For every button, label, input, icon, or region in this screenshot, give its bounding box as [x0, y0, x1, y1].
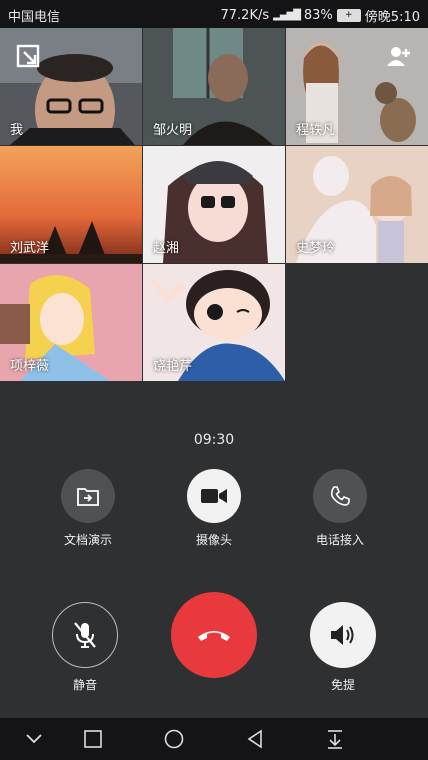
- mute-button[interactable]: 静音: [45, 602, 125, 693]
- participant-tile[interactable]: 程轶凡: [286, 28, 428, 145]
- minimize-window-icon[interactable]: [16, 44, 42, 70]
- hide-keyboard-icon[interactable]: [21, 726, 47, 752]
- camera-label: 摄像头: [195, 533, 232, 547]
- system-navigation-bar: [0, 718, 428, 760]
- dial-in-button[interactable]: 电话接入: [286, 469, 394, 548]
- clock: 傍晚5:10: [364, 10, 420, 25]
- dial-in-label: 电话接入: [315, 533, 364, 547]
- participant-name: 我: [10, 123, 24, 138]
- hang-up-button[interactable]: [169, 592, 259, 678]
- add-participant-icon[interactable]: [386, 44, 412, 70]
- network-speed: 77.2K/s: [220, 8, 270, 23]
- status-bar: 中国电信 77.2K/s ▂▄▆█ 83% + 傍晚5:10: [0, 0, 428, 28]
- battery-icon: +: [336, 9, 361, 22]
- participant-name: 史梦玲: [296, 241, 336, 256]
- camera-button[interactable]: 摄像头: [160, 469, 268, 548]
- share-document-label: 文档演示: [63, 533, 112, 547]
- back-icon[interactable]: [242, 726, 268, 752]
- mic-muted-icon: [52, 602, 118, 668]
- participant-grid: 我 邹火明 程轶凡 刘武洋 赵湘 史梦玲 项梓薇 饶艳芹: [0, 28, 428, 381]
- notification-pulldown-icon[interactable]: [322, 726, 348, 752]
- participant-name: 邹火明: [153, 123, 193, 138]
- participant-name: 刘武洋: [10, 241, 50, 256]
- battery-percent: 83%: [303, 8, 333, 23]
- participant-tile[interactable]: 刘武洋: [0, 146, 142, 263]
- participant-name: 程轶凡: [296, 123, 336, 138]
- share-document-button[interactable]: 文档演示: [34, 469, 142, 548]
- participant-tile-me[interactable]: 我: [0, 28, 142, 145]
- recent-apps-icon[interactable]: [80, 726, 106, 752]
- mute-label: 静音: [72, 678, 97, 692]
- speaker-label: 免提: [330, 678, 355, 692]
- participant-tile[interactable]: 邹火明: [143, 28, 285, 145]
- call-timer: 09:30: [193, 432, 235, 448]
- participant-name: 赵湘: [153, 241, 180, 256]
- phone-icon: [313, 469, 367, 523]
- participant-name: 饶艳芹: [153, 359, 193, 374]
- home-icon[interactable]: [161, 726, 187, 752]
- participant-tile[interactable]: 饶艳芹: [143, 264, 285, 381]
- participant-tile[interactable]: 赵湘: [143, 146, 285, 263]
- speaker-button[interactable]: 免提: [303, 602, 383, 693]
- speaker-icon: [310, 602, 376, 668]
- signal-icon: ▂▄▆█: [273, 10, 301, 21]
- participant-tile[interactable]: 项梓薇: [0, 264, 142, 381]
- camera-icon: [187, 469, 241, 523]
- carrier-name: 中国电信: [8, 10, 61, 25]
- participant-name: 项梓薇: [10, 359, 50, 374]
- participant-tile[interactable]: 史梦玲: [286, 146, 428, 263]
- share-document-icon: [61, 469, 115, 523]
- hang-up-icon: [171, 592, 257, 678]
